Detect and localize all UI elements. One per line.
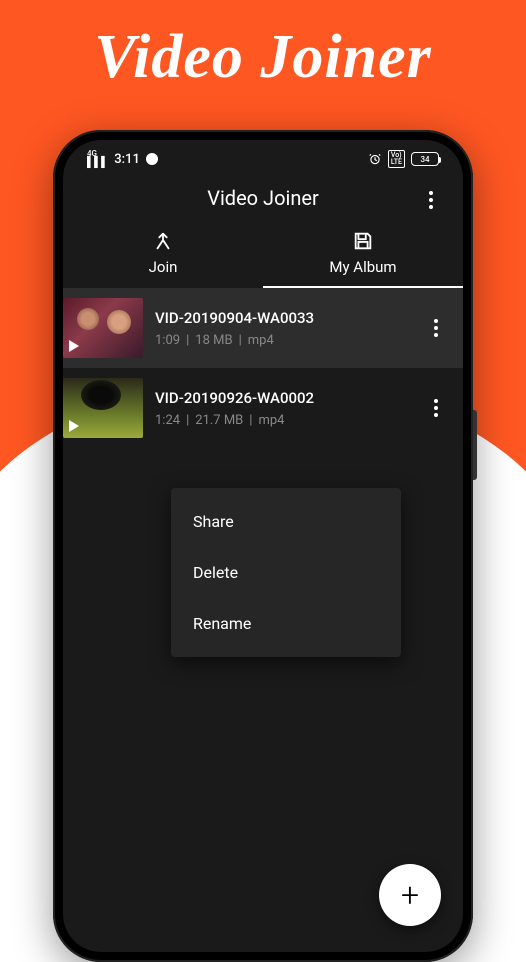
header-more-button[interactable] bbox=[419, 188, 443, 212]
play-icon bbox=[69, 420, 79, 432]
play-icon bbox=[69, 340, 79, 352]
tab-join-label: Join bbox=[149, 258, 178, 276]
item-more-button[interactable] bbox=[421, 308, 451, 348]
add-button[interactable]: + bbox=[379, 864, 441, 926]
more-vertical-icon bbox=[434, 399, 438, 417]
status-time: 3:11 bbox=[114, 152, 140, 167]
video-title: VID-20190926-WA0002 bbox=[155, 389, 409, 407]
lte-icon: Vo) LTE bbox=[388, 150, 405, 168]
video-meta: 1:09 | 18 MB | mp4 bbox=[155, 333, 409, 348]
list-item[interactable]: VID-20190926-WA0002 1:24 | 21.7 MB | mp4 bbox=[63, 368, 463, 448]
tab-my-album[interactable]: My Album bbox=[263, 220, 463, 288]
tab-bar: Join My Album bbox=[63, 220, 463, 288]
item-more-button[interactable] bbox=[421, 388, 451, 428]
more-vertical-icon bbox=[429, 191, 433, 209]
video-title: VID-20190904-WA0033 bbox=[155, 309, 409, 327]
phone-frame: 4G ▌▌▌ 3:11 Vo) LTE 34 Video Joiner bbox=[53, 130, 473, 962]
tab-my-album-label: My Album bbox=[329, 258, 396, 276]
save-icon bbox=[352, 230, 374, 252]
more-vertical-icon bbox=[434, 319, 438, 337]
chat-icon bbox=[146, 153, 158, 165]
alarm-icon bbox=[368, 152, 382, 166]
video-list: VID-20190904-WA0033 1:09 | 18 MB | mp4 bbox=[63, 288, 463, 448]
menu-rename[interactable]: Rename bbox=[171, 598, 401, 649]
menu-delete[interactable]: Delete bbox=[171, 547, 401, 598]
list-item[interactable]: VID-20190904-WA0033 1:09 | 18 MB | mp4 bbox=[63, 288, 463, 368]
context-menu: Share Delete Rename bbox=[171, 488, 401, 657]
app-title: Video Joiner bbox=[207, 186, 319, 210]
menu-share[interactable]: Share bbox=[171, 496, 401, 547]
video-thumbnail bbox=[63, 298, 143, 358]
video-meta: 1:24 | 21.7 MB | mp4 bbox=[155, 413, 409, 428]
plus-icon: + bbox=[401, 879, 419, 911]
merge-icon bbox=[152, 230, 174, 252]
tab-join[interactable]: Join bbox=[63, 220, 263, 288]
status-bar: 4G ▌▌▌ 3:11 Vo) LTE 34 bbox=[63, 140, 463, 172]
signal-icon: 4G ▌▌▌ bbox=[87, 150, 108, 168]
app-header: Video Joiner bbox=[63, 172, 463, 220]
phone-screen: 4G ▌▌▌ 3:11 Vo) LTE 34 Video Joiner bbox=[63, 140, 463, 952]
battery-icon: 34 bbox=[411, 152, 439, 166]
promo-title: Video Joiner bbox=[0, 0, 526, 93]
video-thumbnail bbox=[63, 378, 143, 438]
phone-side-button bbox=[473, 410, 477, 480]
